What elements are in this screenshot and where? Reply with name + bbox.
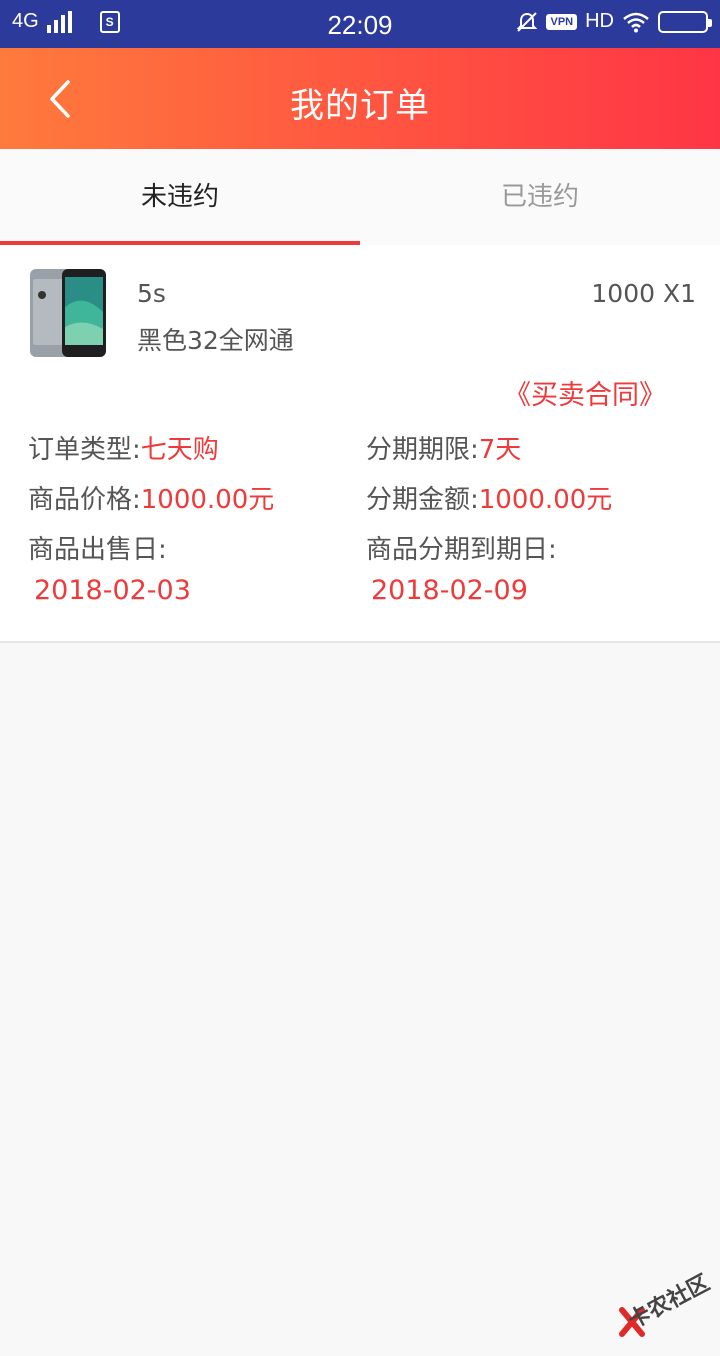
product-image	[30, 269, 106, 357]
sale-date-label: 商品出售日:	[28, 535, 167, 565]
installment-label: 分期金额:	[366, 485, 479, 515]
product-spec: 黑色32全网通	[137, 326, 294, 355]
price-label: 商品价格:	[28, 485, 141, 515]
status-right: VPN HD	[516, 10, 712, 33]
tab-not-defaulted[interactable]: 未违约	[0, 149, 360, 245]
order-type-value: 七天购	[140, 435, 219, 465]
sale-date-value: 2018-02-03	[34, 575, 191, 606]
hd-indicator: HD	[585, 10, 614, 32]
wifi-icon	[623, 12, 649, 32]
installment-field: 分期金额:1000.00元	[366, 479, 612, 516]
due-date-value: 2018-02-09	[371, 575, 528, 606]
tab-defaulted[interactable]: 已违约	[360, 149, 720, 245]
status-bar: 4G S 22:09 VPN HD	[0, 0, 720, 48]
contract-link[interactable]: 《买卖合同》	[504, 373, 666, 412]
order-card[interactable]: 5s 黑色32全网通 1000 X1 《买卖合同》 订单类型:七天购 分期期限:…	[0, 245, 720, 643]
product-name: 5s	[137, 279, 166, 308]
due-date-label: 商品分期到期日:	[366, 535, 557, 565]
term-label: 分期期限:	[366, 435, 479, 465]
installment-value: 1000.00元	[478, 485, 613, 515]
price-value: 1000.00元	[140, 485, 275, 515]
price-field: 商品价格:1000.00元	[28, 479, 274, 516]
order-tabs: 未违约 已违约	[0, 149, 720, 245]
term-field: 分期期限:7天	[366, 429, 521, 466]
page-title: 我的订单	[290, 86, 430, 126]
term-value: 7天	[478, 435, 522, 465]
watermark-text: 卡农社区	[624, 1270, 714, 1334]
order-type-field: 订单类型:七天购	[28, 429, 219, 466]
battery-icon	[658, 10, 712, 33]
order-type-label: 订单类型:	[28, 435, 141, 465]
vpn-badge: VPN	[546, 13, 578, 30]
price-quantity: 1000 X1	[591, 279, 696, 308]
mute-bell-icon	[517, 11, 538, 32]
header-bar: 我的订单	[0, 48, 720, 149]
